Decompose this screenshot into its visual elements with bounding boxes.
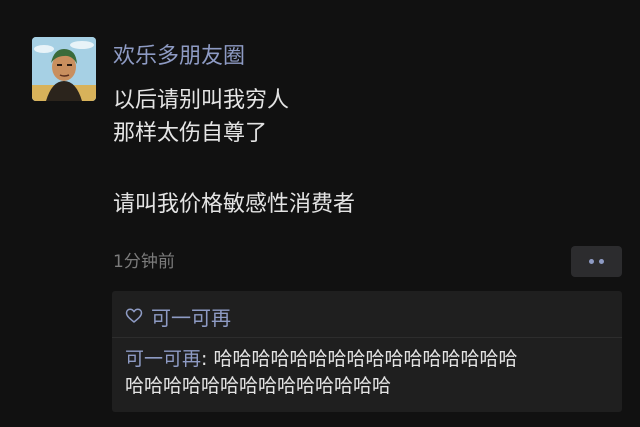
moments-post: 欢乐多朋友圈 以后请别叫我穷人 那样太伤自尊了 请叫我价格敏感性消费者 1分钟前… — [0, 0, 640, 427]
divider — [112, 337, 622, 338]
comment-text: 哈哈哈哈哈哈哈哈哈哈哈哈哈哈 — [125, 375, 392, 397]
comment-line: 哈哈哈哈哈哈哈哈哈哈哈哈哈哈 — [125, 373, 615, 400]
post-author[interactable]: 欢乐多朋友圈 — [113, 43, 245, 71]
avatar[interactable] — [32, 37, 96, 101]
post-line: 那样太伤自尊了 — [113, 121, 268, 146]
comment-text: 哈哈哈哈哈哈哈哈哈哈哈哈哈哈哈哈 — [213, 348, 518, 370]
more-dots-icon — [599, 259, 604, 264]
interaction-panel: 可一可再 可一可再: 哈哈哈哈哈哈哈哈哈哈哈哈哈哈哈哈 哈哈哈哈哈哈哈哈哈哈哈哈… — [112, 291, 622, 412]
likes-row: 可一可再 — [125, 301, 231, 331]
post-content: 以后请别叫我穷人 那样太伤自尊了 请叫我价格敏感性消费者 — [113, 84, 355, 221]
comment-author[interactable]: 可一可再 — [125, 348, 201, 370]
liker-name[interactable]: 可一可再 — [151, 302, 231, 331]
comment-line: 可一可再: 哈哈哈哈哈哈哈哈哈哈哈哈哈哈哈哈 — [125, 346, 615, 373]
more-dots-icon — [589, 259, 594, 264]
heart-icon — [125, 307, 143, 325]
post-line: 以后请别叫我穷人 — [113, 88, 290, 113]
avatar-image — [32, 37, 96, 101]
post-timestamp: 1分钟前 — [113, 252, 175, 272]
comment-separator: : — [201, 348, 214, 370]
post-line: 请叫我价格敏感性消费者 — [113, 192, 356, 217]
comment[interactable]: 可一可再: 哈哈哈哈哈哈哈哈哈哈哈哈哈哈哈哈 哈哈哈哈哈哈哈哈哈哈哈哈哈哈 — [125, 346, 615, 400]
more-actions-button[interactable] — [571, 246, 622, 277]
